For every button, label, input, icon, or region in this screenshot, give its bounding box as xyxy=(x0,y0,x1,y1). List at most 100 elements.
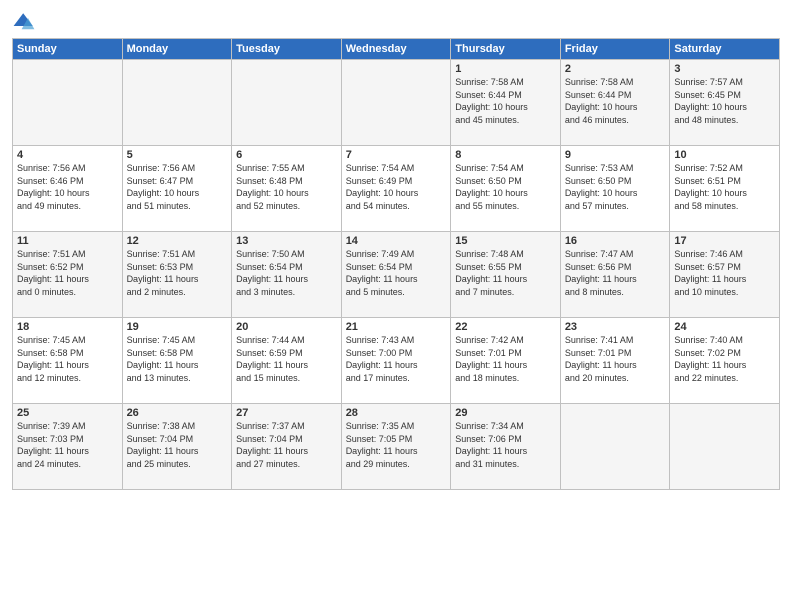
calendar-week-1: 1Sunrise: 7:58 AM Sunset: 6:44 PM Daylig… xyxy=(13,60,780,146)
day-header-wednesday: Wednesday xyxy=(341,39,451,60)
day-number: 3 xyxy=(674,63,775,75)
calendar-cell: 6Sunrise: 7:55 AM Sunset: 6:48 PM Daylig… xyxy=(232,146,342,232)
calendar-cell: 10Sunrise: 7:52 AM Sunset: 6:51 PM Dayli… xyxy=(670,146,780,232)
day-info: Sunrise: 7:42 AM Sunset: 7:01 PM Dayligh… xyxy=(455,334,556,384)
calendar-cell: 13Sunrise: 7:50 AM Sunset: 6:54 PM Dayli… xyxy=(232,232,342,318)
calendar-cell: 22Sunrise: 7:42 AM Sunset: 7:01 PM Dayli… xyxy=(451,318,561,404)
day-info: Sunrise: 7:43 AM Sunset: 7:00 PM Dayligh… xyxy=(346,334,447,384)
logo-icon xyxy=(12,10,36,34)
calendar-cell: 15Sunrise: 7:48 AM Sunset: 6:55 PM Dayli… xyxy=(451,232,561,318)
day-header-sunday: Sunday xyxy=(13,39,123,60)
day-number: 4 xyxy=(17,149,118,161)
day-number: 22 xyxy=(455,321,556,333)
day-number: 20 xyxy=(236,321,337,333)
calendar-week-5: 25Sunrise: 7:39 AM Sunset: 7:03 PM Dayli… xyxy=(13,404,780,490)
calendar-cell xyxy=(341,60,451,146)
day-number: 1 xyxy=(455,63,556,75)
day-info: Sunrise: 7:49 AM Sunset: 6:54 PM Dayligh… xyxy=(346,248,447,298)
calendar-cell: 14Sunrise: 7:49 AM Sunset: 6:54 PM Dayli… xyxy=(341,232,451,318)
calendar-cell: 25Sunrise: 7:39 AM Sunset: 7:03 PM Dayli… xyxy=(13,404,123,490)
calendar-cell: 23Sunrise: 7:41 AM Sunset: 7:01 PM Dayli… xyxy=(560,318,670,404)
day-number: 5 xyxy=(127,149,228,161)
calendar-cell xyxy=(122,60,232,146)
day-info: Sunrise: 7:35 AM Sunset: 7:05 PM Dayligh… xyxy=(346,420,447,470)
day-number: 16 xyxy=(565,235,666,247)
calendar-cell: 21Sunrise: 7:43 AM Sunset: 7:00 PM Dayli… xyxy=(341,318,451,404)
calendar-cell: 19Sunrise: 7:45 AM Sunset: 6:58 PM Dayli… xyxy=(122,318,232,404)
calendar-week-3: 11Sunrise: 7:51 AM Sunset: 6:52 PM Dayli… xyxy=(13,232,780,318)
calendar-cell xyxy=(670,404,780,490)
day-number: 21 xyxy=(346,321,447,333)
calendar-cell: 27Sunrise: 7:37 AM Sunset: 7:04 PM Dayli… xyxy=(232,404,342,490)
calendar-cell: 8Sunrise: 7:54 AM Sunset: 6:50 PM Daylig… xyxy=(451,146,561,232)
day-info: Sunrise: 7:45 AM Sunset: 6:58 PM Dayligh… xyxy=(17,334,118,384)
day-info: Sunrise: 7:54 AM Sunset: 6:49 PM Dayligh… xyxy=(346,162,447,212)
calendar-cell: 2Sunrise: 7:58 AM Sunset: 6:44 PM Daylig… xyxy=(560,60,670,146)
day-number: 2 xyxy=(565,63,666,75)
day-info: Sunrise: 7:46 AM Sunset: 6:57 PM Dayligh… xyxy=(674,248,775,298)
day-info: Sunrise: 7:51 AM Sunset: 6:53 PM Dayligh… xyxy=(127,248,228,298)
day-info: Sunrise: 7:54 AM Sunset: 6:50 PM Dayligh… xyxy=(455,162,556,212)
calendar-cell: 24Sunrise: 7:40 AM Sunset: 7:02 PM Dayli… xyxy=(670,318,780,404)
day-header-saturday: Saturday xyxy=(670,39,780,60)
calendar-cell: 26Sunrise: 7:38 AM Sunset: 7:04 PM Dayli… xyxy=(122,404,232,490)
day-info: Sunrise: 7:52 AM Sunset: 6:51 PM Dayligh… xyxy=(674,162,775,212)
day-info: Sunrise: 7:48 AM Sunset: 6:55 PM Dayligh… xyxy=(455,248,556,298)
day-number: 25 xyxy=(17,407,118,419)
day-number: 28 xyxy=(346,407,447,419)
day-info: Sunrise: 7:55 AM Sunset: 6:48 PM Dayligh… xyxy=(236,162,337,212)
calendar-cell: 12Sunrise: 7:51 AM Sunset: 6:53 PM Dayli… xyxy=(122,232,232,318)
day-header-friday: Friday xyxy=(560,39,670,60)
day-info: Sunrise: 7:45 AM Sunset: 6:58 PM Dayligh… xyxy=(127,334,228,384)
day-number: 29 xyxy=(455,407,556,419)
calendar-week-2: 4Sunrise: 7:56 AM Sunset: 6:46 PM Daylig… xyxy=(13,146,780,232)
day-number: 6 xyxy=(236,149,337,161)
day-number: 8 xyxy=(455,149,556,161)
calendar-cell xyxy=(232,60,342,146)
day-info: Sunrise: 7:56 AM Sunset: 6:47 PM Dayligh… xyxy=(127,162,228,212)
day-number: 24 xyxy=(674,321,775,333)
day-number: 18 xyxy=(17,321,118,333)
calendar-cell: 29Sunrise: 7:34 AM Sunset: 7:06 PM Dayli… xyxy=(451,404,561,490)
day-info: Sunrise: 7:34 AM Sunset: 7:06 PM Dayligh… xyxy=(455,420,556,470)
day-header-thursday: Thursday xyxy=(451,39,561,60)
calendar-table: SundayMondayTuesdayWednesdayThursdayFrid… xyxy=(12,38,780,490)
day-info: Sunrise: 7:51 AM Sunset: 6:52 PM Dayligh… xyxy=(17,248,118,298)
day-number: 15 xyxy=(455,235,556,247)
day-info: Sunrise: 7:39 AM Sunset: 7:03 PM Dayligh… xyxy=(17,420,118,470)
calendar-header-row: SundayMondayTuesdayWednesdayThursdayFrid… xyxy=(13,39,780,60)
day-number: 23 xyxy=(565,321,666,333)
calendar-week-4: 18Sunrise: 7:45 AM Sunset: 6:58 PM Dayli… xyxy=(13,318,780,404)
day-info: Sunrise: 7:37 AM Sunset: 7:04 PM Dayligh… xyxy=(236,420,337,470)
calendar-cell: 18Sunrise: 7:45 AM Sunset: 6:58 PM Dayli… xyxy=(13,318,123,404)
calendar-cell: 5Sunrise: 7:56 AM Sunset: 6:47 PM Daylig… xyxy=(122,146,232,232)
day-info: Sunrise: 7:53 AM Sunset: 6:50 PM Dayligh… xyxy=(565,162,666,212)
day-number: 19 xyxy=(127,321,228,333)
calendar-cell: 7Sunrise: 7:54 AM Sunset: 6:49 PM Daylig… xyxy=(341,146,451,232)
day-info: Sunrise: 7:41 AM Sunset: 7:01 PM Dayligh… xyxy=(565,334,666,384)
day-number: 11 xyxy=(17,235,118,247)
day-number: 26 xyxy=(127,407,228,419)
day-number: 7 xyxy=(346,149,447,161)
day-number: 9 xyxy=(565,149,666,161)
day-number: 14 xyxy=(346,235,447,247)
calendar-cell: 20Sunrise: 7:44 AM Sunset: 6:59 PM Dayli… xyxy=(232,318,342,404)
header xyxy=(12,10,780,34)
calendar-cell: 17Sunrise: 7:46 AM Sunset: 6:57 PM Dayli… xyxy=(670,232,780,318)
logo xyxy=(12,10,38,34)
calendar-cell xyxy=(560,404,670,490)
day-info: Sunrise: 7:44 AM Sunset: 6:59 PM Dayligh… xyxy=(236,334,337,384)
day-info: Sunrise: 7:40 AM Sunset: 7:02 PM Dayligh… xyxy=(674,334,775,384)
calendar-body: 1Sunrise: 7:58 AM Sunset: 6:44 PM Daylig… xyxy=(13,60,780,490)
day-info: Sunrise: 7:50 AM Sunset: 6:54 PM Dayligh… xyxy=(236,248,337,298)
day-info: Sunrise: 7:57 AM Sunset: 6:45 PM Dayligh… xyxy=(674,76,775,126)
page-container: SundayMondayTuesdayWednesdayThursdayFrid… xyxy=(0,0,792,496)
day-header-tuesday: Tuesday xyxy=(232,39,342,60)
day-number: 13 xyxy=(236,235,337,247)
calendar-cell: 11Sunrise: 7:51 AM Sunset: 6:52 PM Dayli… xyxy=(13,232,123,318)
calendar-cell: 4Sunrise: 7:56 AM Sunset: 6:46 PM Daylig… xyxy=(13,146,123,232)
day-info: Sunrise: 7:56 AM Sunset: 6:46 PM Dayligh… xyxy=(17,162,118,212)
day-info: Sunrise: 7:47 AM Sunset: 6:56 PM Dayligh… xyxy=(565,248,666,298)
day-number: 17 xyxy=(674,235,775,247)
day-header-monday: Monday xyxy=(122,39,232,60)
